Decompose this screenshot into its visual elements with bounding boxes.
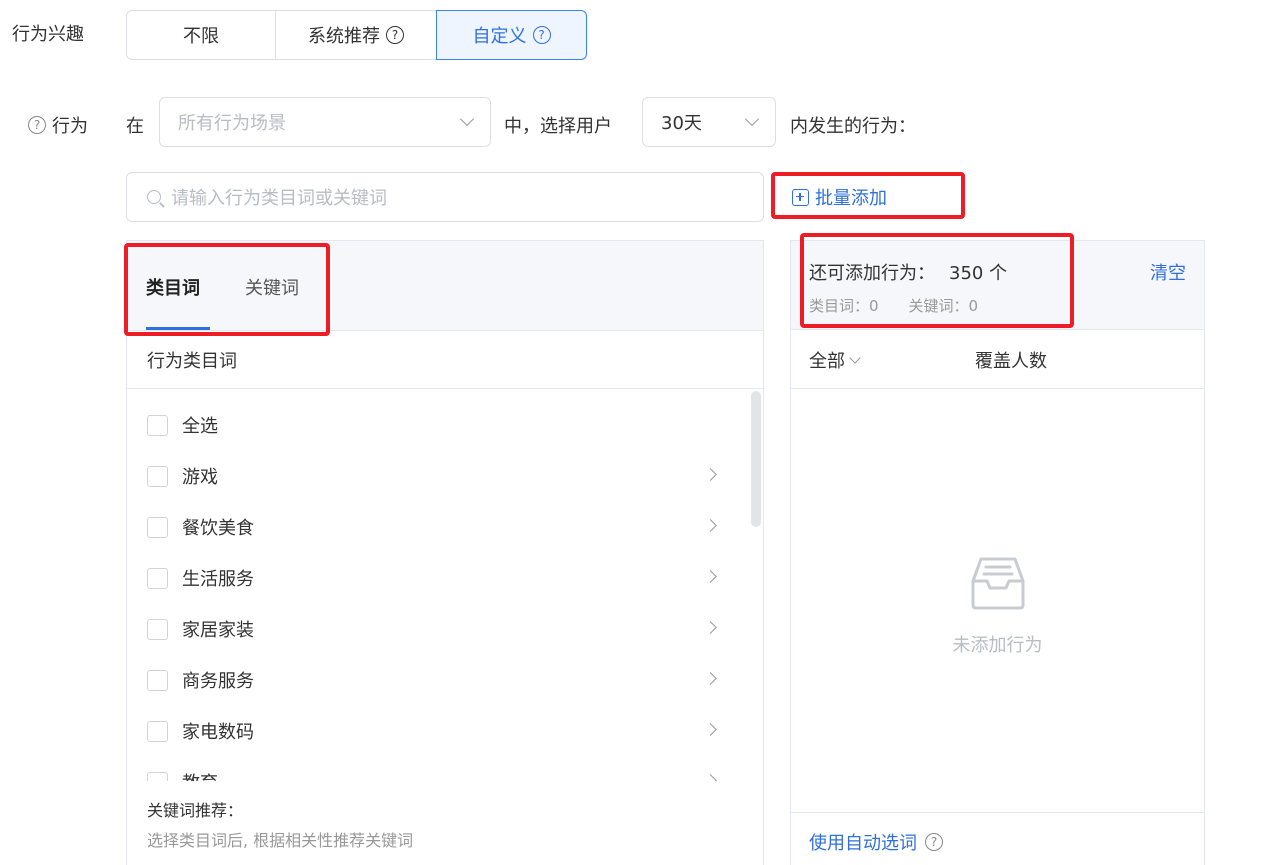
category-item-electronics[interactable]: 家电数码: [127, 711, 739, 751]
quota-label: 还可添加行为：: [809, 263, 935, 284]
behavior-label-group: ? 行为: [28, 112, 88, 138]
search-placeholder: 请输入行为类目词或关键词: [171, 188, 387, 209]
scene-select[interactable]: 所有行为场景: [159, 97, 491, 147]
tab-category-words[interactable]: 类目词: [146, 274, 200, 300]
category-label: 游戏: [182, 467, 218, 488]
category-count: 类目词：0: [809, 297, 879, 315]
category-item-games[interactable]: 游戏: [127, 456, 739, 496]
bulk-add-label: 批量添加: [815, 188, 887, 209]
behavior-search-input[interactable]: 请输入行为类目词或关键词: [126, 172, 764, 222]
interest-segmented-control: 不限 系统推荐 ? 自定义 ?: [126, 10, 587, 60]
interest-label: 行为兴趣: [12, 24, 84, 45]
empty-state-text: 未添加行为: [952, 635, 1043, 656]
checkbox[interactable]: [147, 618, 168, 640]
chevron-right-icon[interactable]: [704, 468, 717, 481]
quota-value: 350 个: [949, 263, 1008, 284]
category-item-business[interactable]: 商务服务: [127, 660, 739, 700]
checkbox[interactable]: [147, 771, 168, 781]
category-label: 商务服务: [182, 671, 254, 692]
days-select[interactable]: 30天: [642, 97, 776, 147]
interest-option-custom[interactable]: 自定义 ?: [436, 10, 587, 60]
keyword-count: 关键词：0: [908, 297, 979, 315]
scene-select-placeholder: 所有行为场景: [178, 113, 286, 134]
checkbox[interactable]: [147, 465, 168, 487]
chevron-right-icon[interactable]: [704, 774, 717, 781]
checkbox[interactable]: [147, 567, 168, 589]
chevron-right-icon[interactable]: [704, 672, 717, 685]
category-item-home[interactable]: 家居家装: [127, 609, 739, 649]
question-circle-icon[interactable]: ?: [925, 833, 943, 851]
question-circle-icon[interactable]: ?: [386, 26, 404, 44]
empty-inbox-icon: [971, 557, 1025, 610]
category-label: 家电数码: [182, 722, 254, 743]
interest-option-unlimited[interactable]: 不限: [126, 10, 276, 60]
plus-square-icon: [792, 188, 809, 206]
scrollbar-thumb[interactable]: [751, 391, 761, 527]
chevron-down-icon: [849, 351, 861, 364]
category-list: 全选 游戏 餐饮美食 生活服务 家居家装 商务服务 家电数码: [127, 389, 763, 781]
active-tab-indicator: [146, 327, 210, 330]
keyword-recommend-desc: 选择类目词后, 根据相关性推荐关键词: [147, 831, 414, 850]
in-text: 在: [126, 116, 144, 137]
selected-table-header: 全部 覆盖人数: [791, 330, 1204, 389]
category-item-education[interactable]: 教育: [127, 762, 739, 781]
behavior-label: 行为: [52, 116, 88, 137]
checkbox[interactable]: [147, 669, 168, 691]
category-item-life-services[interactable]: 生活服务: [127, 558, 739, 598]
category-label: 餐饮美食: [182, 518, 254, 539]
chevron-down-icon: [744, 111, 760, 127]
quota-text: 还可添加行为： 350 个: [809, 259, 1007, 285]
option-label: 自定义: [472, 26, 527, 47]
chevron-right-icon[interactable]: [704, 723, 717, 736]
category-item-food[interactable]: 餐饮美食: [127, 507, 739, 547]
auto-select-label: 使用自动选词: [809, 833, 917, 854]
chevron-down-icon: [459, 111, 475, 127]
question-circle-icon[interactable]: ?: [532, 26, 551, 44]
tab-keywords[interactable]: 关键词: [245, 274, 299, 300]
category-label: 全选: [182, 416, 218, 437]
checkbox[interactable]: [147, 414, 168, 436]
chevron-right-icon[interactable]: [704, 570, 717, 583]
coverage-column-header: 覆盖人数: [975, 351, 1047, 372]
selected-behaviors-panel: 还可添加行为： 350 个 类目词：0 关键词：0 清空 全部 覆盖人数 未添加…: [790, 240, 1205, 865]
option-label: 系统推荐: [308, 26, 380, 47]
suffix-text: 内发生的行为：: [790, 116, 916, 137]
days-select-value: 30天: [661, 113, 702, 134]
selected-header: 还可添加行为： 350 个 类目词：0 关键词：0 清空: [791, 241, 1204, 330]
bulk-add-button[interactable]: 批量添加: [792, 184, 887, 210]
selected-footer: 使用自动选词 ?: [791, 812, 1204, 865]
category-label: 教育: [182, 769, 218, 781]
question-circle-icon[interactable]: ?: [28, 116, 46, 134]
category-subheader: 行为类目词: [127, 331, 763, 389]
chevron-right-icon[interactable]: [704, 519, 717, 532]
category-panel: 类目词 关键词 行为类目词 全选 游戏 餐饮美食 生活服务 家居家装 商务服务 …: [126, 240, 764, 865]
auto-select-link[interactable]: 使用自动选词 ?: [809, 829, 943, 855]
middle-text: 中，选择用户: [504, 116, 612, 137]
chevron-right-icon[interactable]: [704, 621, 717, 634]
keyword-recommend-title: 关键词推荐：: [147, 801, 244, 820]
category-scrollbar[interactable]: [750, 389, 762, 781]
filter-label: 全部: [809, 351, 845, 372]
category-label: 生活服务: [182, 569, 254, 590]
search-icon: [147, 190, 161, 204]
clear-button[interactable]: 清空: [1150, 259, 1186, 285]
checkbox[interactable]: [147, 516, 168, 538]
checkbox[interactable]: [147, 720, 168, 742]
category-tabs: 类目词 关键词: [127, 241, 763, 331]
category-item-select-all[interactable]: 全选: [127, 405, 739, 445]
option-label: 不限: [183, 26, 219, 47]
category-label: 家居家装: [182, 620, 254, 641]
interest-option-recommended[interactable]: 系统推荐 ?: [275, 10, 437, 60]
all-filter-dropdown[interactable]: 全部: [809, 347, 861, 373]
selected-counts: 类目词：0 关键词：0: [809, 295, 978, 316]
